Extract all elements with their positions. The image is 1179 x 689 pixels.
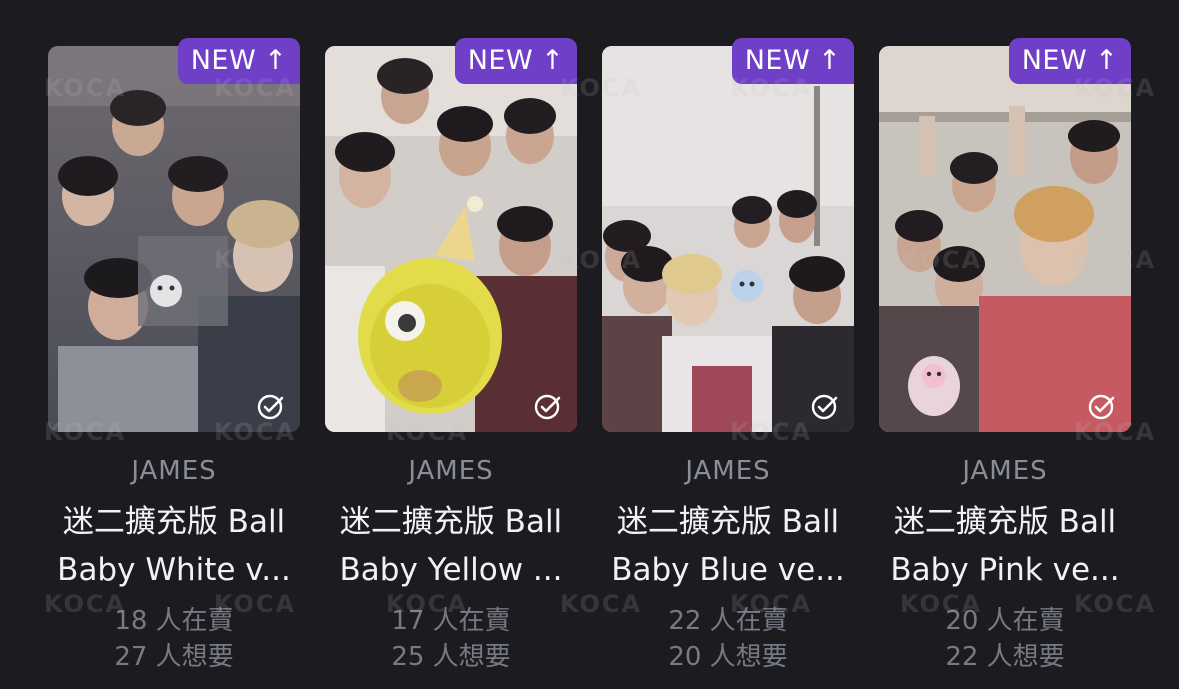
wanters-count: 20 人想要 (668, 642, 788, 672)
photocard-image[interactable] (602, 46, 854, 432)
sellers-count: 18 人在賣 (114, 606, 234, 636)
card-title-line2: Baby White v... (57, 552, 291, 588)
photocard-image[interactable] (879, 46, 1131, 432)
photocard-grid: NEW ↑ JAMES 迷二擴充版 Ball Baby White v... 1… (0, 0, 1179, 689)
card-title[interactable]: 迷二擴充版 Ball Baby Blue ve... (598, 498, 858, 594)
sellers-count: 17 人在賣 (391, 606, 511, 636)
artist-name: JAMES (131, 456, 217, 486)
wanters-count: 27 人想要 (114, 642, 234, 672)
wanters-count: 22 人想要 (945, 642, 1065, 672)
card-title-line2: Baby Yellow ... (339, 552, 563, 588)
new-badge: NEW ↑ (178, 38, 300, 84)
card-title[interactable]: 迷二擴充版 Ball Baby White v... (44, 498, 304, 594)
card-title-line1: 迷二擴充版 Ball (616, 504, 840, 540)
card-title-line2: Baby Pink ve... (890, 552, 1120, 588)
sellers-count: 22 人在賣 (668, 606, 788, 636)
new-badge: NEW ↑ (455, 38, 577, 84)
photocard-item[interactable]: NEW ↑ (325, 38, 577, 678)
new-badge: NEW ↑ (1009, 38, 1131, 84)
artist-name: JAMES (962, 456, 1048, 486)
collected-check-icon[interactable] (1087, 392, 1117, 422)
arrow-up-icon: ↑ (264, 45, 288, 76)
photocard-item[interactable]: NEW ↑ (879, 38, 1131, 678)
artist-name: JAMES (408, 456, 494, 486)
card-title[interactable]: 迷二擴充版 Ball Baby Yellow ... (321, 498, 581, 594)
photocard-image[interactable] (48, 46, 300, 432)
card-title-line1: 迷二擴充版 Ball (339, 504, 563, 540)
card-title-line1: 迷二擴充版 Ball (62, 504, 286, 540)
photocard-item[interactable]: NEW ↑ (48, 38, 300, 678)
arrow-up-icon: ↑ (541, 45, 565, 76)
arrow-up-icon: ↑ (1095, 45, 1119, 76)
collected-check-icon[interactable] (810, 392, 840, 422)
card-title-line1: 迷二擴充版 Ball (893, 504, 1117, 540)
card-title-line2: Baby Blue ve... (611, 552, 845, 588)
card-title[interactable]: 迷二擴充版 Ball Baby Pink ve... (875, 498, 1135, 594)
sellers-count: 20 人在賣 (945, 606, 1065, 636)
new-badge: NEW ↑ (732, 38, 854, 84)
artist-name: JAMES (685, 456, 771, 486)
collected-check-icon[interactable] (533, 392, 563, 422)
photocard-image[interactable] (325, 46, 577, 432)
wanters-count: 25 人想要 (391, 642, 511, 672)
arrow-up-icon: ↑ (818, 45, 842, 76)
collected-check-icon[interactable] (256, 392, 286, 422)
photocard-item[interactable]: NEW ↑ (602, 38, 854, 678)
